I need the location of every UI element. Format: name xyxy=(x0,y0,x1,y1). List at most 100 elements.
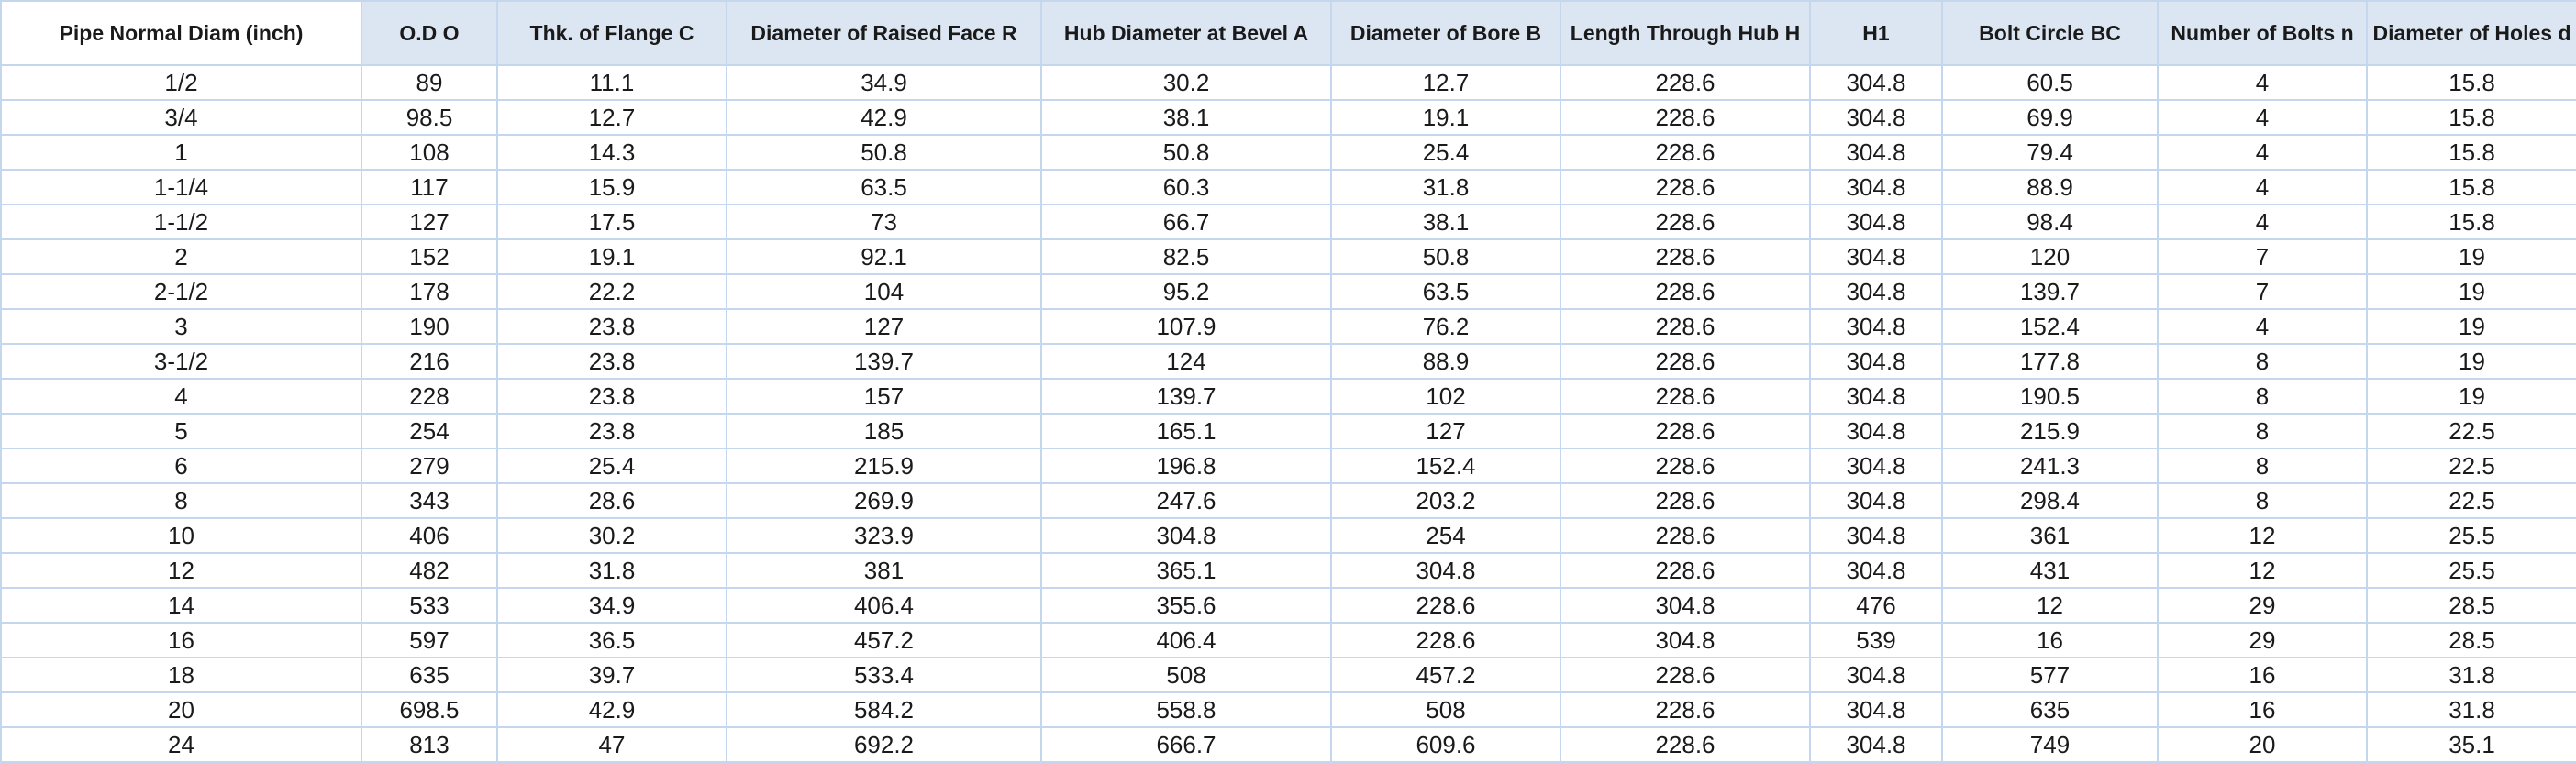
table-cell: 152.4 xyxy=(1941,308,2159,345)
table-cell: 304.8 xyxy=(1809,552,1943,589)
table-cell: 139.7 xyxy=(1040,378,1332,415)
table-cell: 18 xyxy=(0,657,362,693)
table-cell: 304.8 xyxy=(1809,517,1943,554)
table-cell: 66.7 xyxy=(1040,204,1332,240)
table-cell: 457.2 xyxy=(1330,657,1561,693)
table-cell: 304.8 xyxy=(1040,517,1332,554)
table-cell: 82.5 xyxy=(1040,238,1332,275)
table-cell: 79.4 xyxy=(1941,134,2159,171)
table-cell: 108 xyxy=(361,134,498,171)
table-cell: 7 xyxy=(2157,273,2368,310)
table-cell: 98.5 xyxy=(361,99,498,136)
table-cell: 88.9 xyxy=(1330,343,1561,380)
table-cell: 95.2 xyxy=(1040,273,1332,310)
table-cell: 406.4 xyxy=(1040,622,1332,658)
table-cell: 15.8 xyxy=(2366,204,2576,240)
table-cell: 34.9 xyxy=(726,64,1042,101)
table-cell: 16 xyxy=(2157,657,2368,693)
table-cell: 749 xyxy=(1941,726,2159,763)
column-header: Length Through Hub H xyxy=(1560,0,1811,66)
table-cell: 228.6 xyxy=(1560,413,1811,449)
table-cell: 19.1 xyxy=(1330,99,1561,136)
header-row: Pipe Normal Diam (inch) O.D O Thk. of Fl… xyxy=(0,0,2576,66)
table-cell: 304.8 xyxy=(1809,657,1943,693)
table-cell: 8 xyxy=(2157,343,2368,380)
table-cell: 117 xyxy=(361,169,498,205)
table-cell: 304.8 xyxy=(1809,273,1943,310)
table-cell: 692.2 xyxy=(726,726,1042,763)
table-cell: 343 xyxy=(361,482,498,519)
table-cell: 3/4 xyxy=(0,99,362,136)
table-row: 1-1/4 117 15.9 63.5 60.3 31.8 228.6 304.8 88.9 4 1… xyxy=(0,169,2576,205)
table-cell: 1-1/2 xyxy=(0,204,362,240)
table-cell: 533 xyxy=(361,587,498,624)
table-cell: 304.8 xyxy=(1809,691,1943,728)
table-row: 1/2 89 11.1 34.9 30.2 12.7 228.6 304.8 60.5 4 15.8 xyxy=(0,64,2576,101)
table-cell: 124 xyxy=(1040,343,1332,380)
table-cell: 14 xyxy=(0,587,362,624)
table-cell: 304.8 xyxy=(1809,99,1943,136)
table-cell: 35.1 xyxy=(2366,726,2576,763)
table-cell: 228.6 xyxy=(1330,587,1561,624)
table-cell: 8 xyxy=(2157,413,2368,449)
table-cell: 31.8 xyxy=(2366,691,2576,728)
table-cell: 533.4 xyxy=(726,657,1042,693)
table-row: 2 152 19.1 92.1 82.5 50.8 228.6 304.8 120 7 19 xyxy=(0,238,2576,275)
table-cell: 304.8 xyxy=(1809,204,1943,240)
table-cell: 29 xyxy=(2157,587,2368,624)
table-cell: 8 xyxy=(0,482,362,519)
table-cell: 228.6 xyxy=(1560,134,1811,171)
table-cell: 304.8 xyxy=(1560,587,1811,624)
table-cell: 25.5 xyxy=(2366,552,2576,589)
table-cell: 25.4 xyxy=(496,448,727,484)
table-cell: 381 xyxy=(726,552,1042,589)
table-cell: 102 xyxy=(1330,378,1561,415)
table-cell: 14.3 xyxy=(496,134,727,171)
table-cell: 139.7 xyxy=(726,343,1042,380)
table-cell: 28.5 xyxy=(2366,587,2576,624)
table-cell: 228.6 xyxy=(1560,99,1811,136)
table-cell: 15.8 xyxy=(2366,64,2576,101)
table-cell: 361 xyxy=(1941,517,2159,554)
table-cell: 228.6 xyxy=(1560,726,1811,763)
table-cell: 4 xyxy=(2157,308,2368,345)
table-cell: 22.5 xyxy=(2366,448,2576,484)
table-cell: 365.1 xyxy=(1040,552,1332,589)
table-cell: 241.3 xyxy=(1941,448,2159,484)
table-cell: 228.6 xyxy=(1560,273,1811,310)
table-cell: 19 xyxy=(2366,273,2576,310)
table-cell: 304.8 xyxy=(1809,238,1943,275)
table-cell: 304.8 xyxy=(1809,308,1943,345)
table-cell: 39.7 xyxy=(496,657,727,693)
table-cell: 127 xyxy=(726,308,1042,345)
table-cell: 609.6 xyxy=(1330,726,1561,763)
table-cell: 165.1 xyxy=(1040,413,1332,449)
table-cell: 28.5 xyxy=(2366,622,2576,658)
table-cell: 127 xyxy=(361,204,498,240)
table-cell: 31.8 xyxy=(496,552,727,589)
table-row: 10 406 30.2 323.9 304.8 254 228.6 304.8 361 12 25.… xyxy=(0,517,2576,554)
table-cell: 228.6 xyxy=(1560,238,1811,275)
table-cell: 4 xyxy=(2157,134,2368,171)
table-cell: 76.2 xyxy=(1330,308,1561,345)
table-cell: 152 xyxy=(361,238,498,275)
table-cell: 88.9 xyxy=(1941,169,2159,205)
table-header: Pipe Normal Diam (inch) O.D O Thk. of Fl… xyxy=(0,0,2576,66)
table-row: 16 597 36.5 457.2 406.4 228.6 304.8 539 16 29 28.5 xyxy=(0,622,2576,658)
table-row: 14 533 34.9 406.4 355.6 228.6 304.8 476 12 29 28.5 xyxy=(0,587,2576,624)
column-header: H1 xyxy=(1809,0,1943,66)
table-cell: 152.4 xyxy=(1330,448,1561,484)
table-cell: 457.2 xyxy=(726,622,1042,658)
table-cell: 17.5 xyxy=(496,204,727,240)
column-header: Hub Diameter at Bevel A xyxy=(1040,0,1332,66)
table-cell: 15.9 xyxy=(496,169,727,205)
table-cell: 2 xyxy=(0,238,362,275)
table-cell: 38.1 xyxy=(1330,204,1561,240)
table-cell: 22.5 xyxy=(2366,482,2576,519)
table-cell: 31.8 xyxy=(2366,657,2576,693)
table-cell: 6 xyxy=(0,448,362,484)
table-cell: 228.6 xyxy=(1560,448,1811,484)
column-header: Diameter of Raised Face R xyxy=(726,0,1042,66)
column-header: Pipe Normal Diam (inch) xyxy=(0,0,362,66)
table-cell: 92.1 xyxy=(726,238,1042,275)
